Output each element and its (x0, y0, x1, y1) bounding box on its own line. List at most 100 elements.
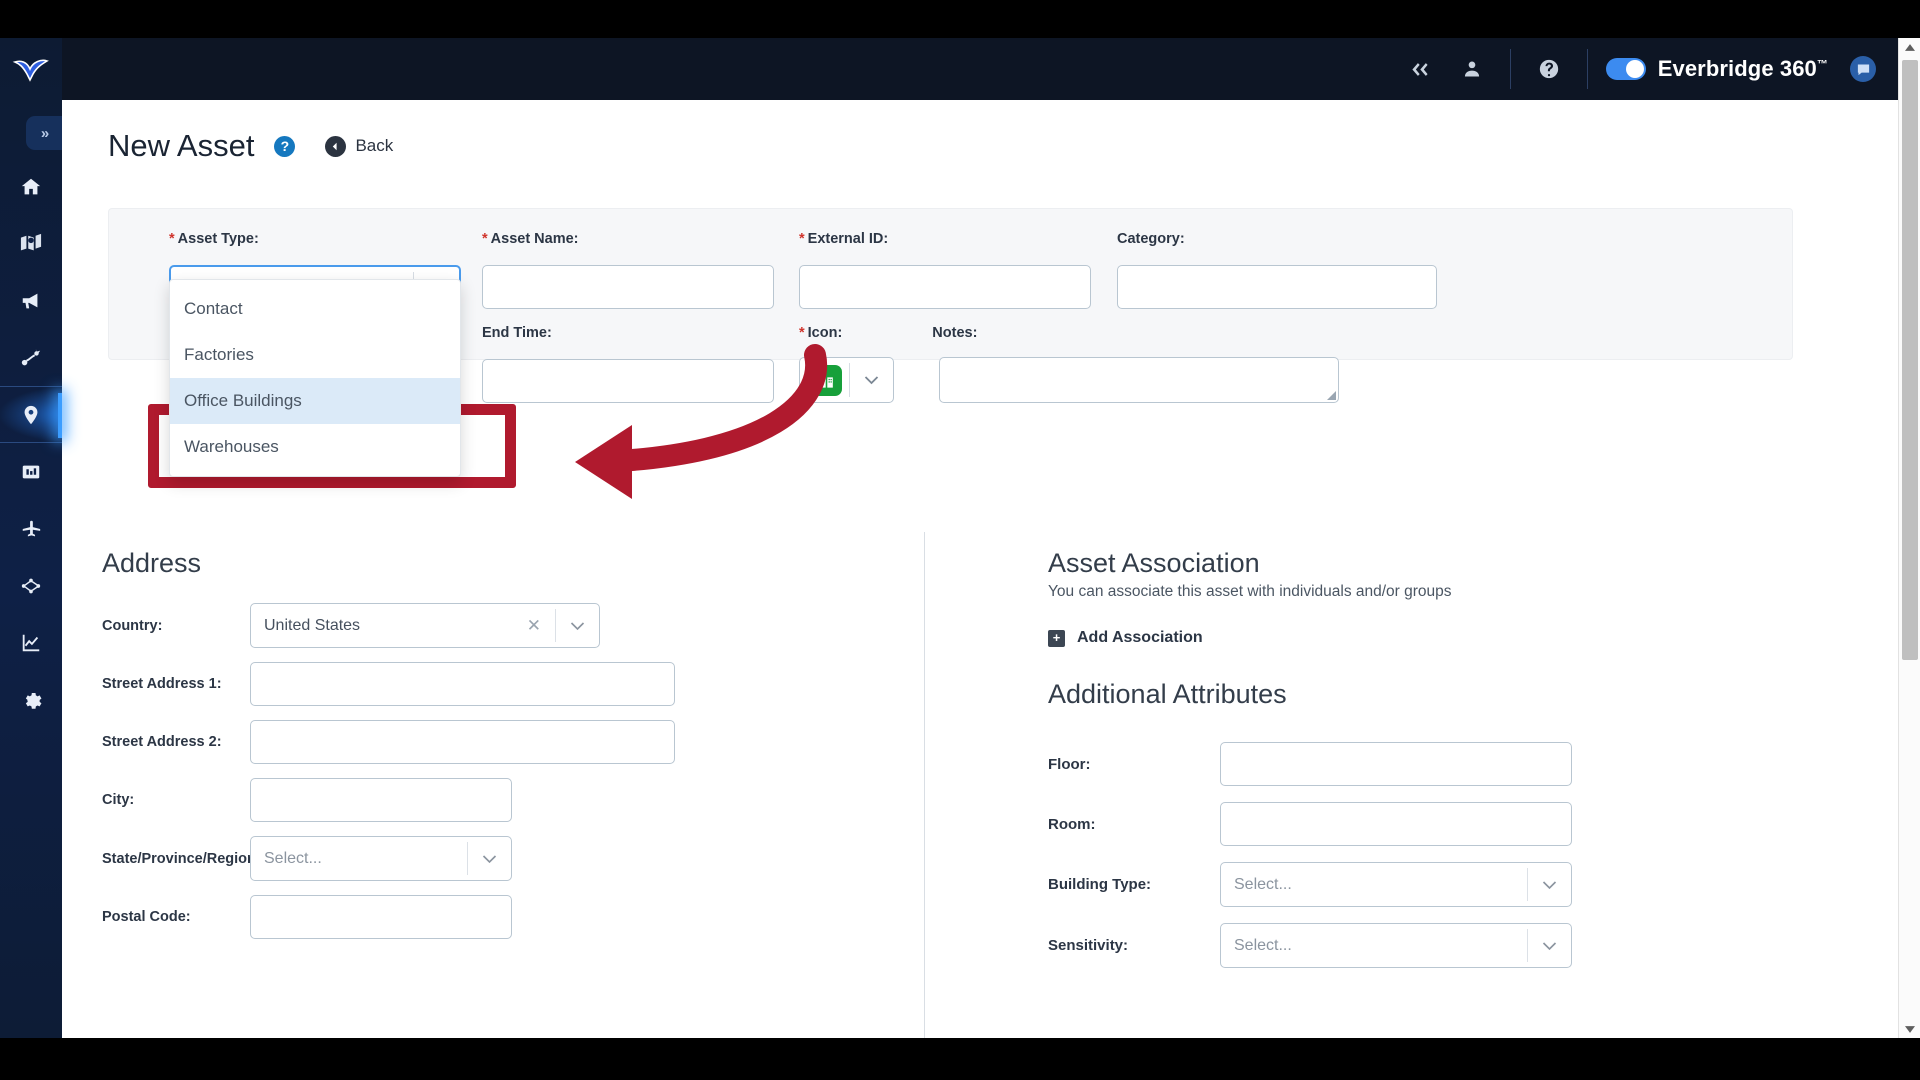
chevron-down-icon (570, 621, 585, 630)
end-time-label: End Time: (482, 325, 774, 347)
state-label: State/Province/Region: (102, 850, 250, 867)
brand-label: Everbridge 360™ (1658, 56, 1828, 82)
add-association-button[interactable]: + Add Association (1048, 629, 1572, 647)
notes-label: Notes: (932, 325, 977, 347)
room-input[interactable] (1220, 802, 1572, 846)
country-caret[interactable] (555, 609, 599, 642)
map-pin-fold-icon (20, 233, 42, 250)
attr-row-room: Room: (1048, 802, 1572, 846)
notes-label-text: Notes: (932, 325, 978, 341)
user-icon (1464, 61, 1479, 77)
help-button[interactable] (1523, 38, 1575, 100)
back-label: Back (355, 136, 394, 155)
address-row-state: State/Province/Region: Select... (102, 836, 675, 881)
user-account-button[interactable] (1446, 38, 1498, 100)
sensitivity-placeholder: Select... (1234, 936, 1292, 954)
required-marker: * (799, 325, 805, 341)
notes-textarea[interactable] (939, 357, 1339, 403)
asset-name-label: * Asset Name: (482, 231, 774, 253)
sensitivity-select[interactable]: Select... (1220, 923, 1572, 968)
dropdown-option-office-buildings[interactable]: Office Buildings (170, 378, 460, 424)
sidebar-item-network[interactable] (0, 557, 62, 614)
room-label: Room: (1048, 815, 1096, 833)
everbridge-360-toggle[interactable] (1605, 58, 1646, 80)
floor-input[interactable] (1220, 742, 1572, 786)
external-id-input[interactable] (799, 265, 1091, 309)
line-chart-icon (22, 634, 40, 651)
attr-row-building-type: Building Type: Select... (1048, 862, 1572, 907)
brand-area: Everbridge 360™ (1600, 56, 1876, 82)
category-label: Category: (1117, 231, 1437, 253)
dropdown-option-warehouses[interactable]: Warehouses (170, 424, 460, 470)
sidebar-expand-button[interactable]: » (26, 116, 62, 150)
building-type-caret[interactable] (1527, 868, 1571, 901)
building-type-label: Building Type: (1048, 876, 1152, 893)
asset-type-group: *Asset Type: Office Buildings Contact Fa… (169, 231, 461, 477)
page-title: New Asset (108, 128, 255, 163)
sensitivity-caret[interactable] (1527, 929, 1571, 962)
sidebar-item-workflow[interactable] (0, 329, 62, 386)
street2-label: Street Address 2: (102, 734, 222, 750)
address-row-country: Country: United States ✕ (102, 603, 675, 648)
asset-association-subtitle: You can associate this asset with indivi… (1048, 583, 1452, 600)
back-arrow-glyph (333, 142, 338, 150)
help-circle-icon (1539, 59, 1558, 79)
scroll-up-arrow[interactable] (1899, 38, 1920, 56)
country-control: United States ✕ (250, 603, 600, 648)
sidebar-item-notifications[interactable] (0, 272, 62, 329)
sensitivity-label: Sensitivity: (1048, 937, 1129, 954)
street-address-1-input[interactable] (250, 662, 675, 706)
feedback-chat-button[interactable] (1850, 56, 1876, 82)
home-icon (21, 178, 41, 194)
collapse-panel-button[interactable] (1394, 38, 1446, 100)
asset-type-dropdown[interactable]: Contact Factories Office Buildings Wareh… (169, 279, 461, 477)
sidebar-expand-label: » (40, 124, 49, 142)
network-nodes-icon (21, 578, 41, 593)
icon-selector-caret[interactable] (849, 363, 893, 397)
asset-name-input[interactable] (482, 265, 774, 309)
address-row-street2: Street Address 2: (102, 720, 675, 764)
add-association-label: Add Association (1077, 629, 1203, 646)
sidebar-item-analytics[interactable] (0, 614, 62, 671)
sidebar-item-travel[interactable] (0, 500, 62, 557)
page-help-icon[interactable]: ? (274, 135, 296, 157)
building-glyph (820, 372, 833, 388)
scrollbar-thumb[interactable] (1902, 60, 1918, 660)
end-time-input[interactable] (482, 359, 774, 403)
state-province-select[interactable]: Select... (250, 836, 512, 881)
icon-label-text: Icon: (807, 325, 843, 341)
street-address-2-input[interactable] (250, 720, 675, 764)
category-input[interactable] (1117, 265, 1437, 309)
asset-association-heading: Asset Association (1048, 548, 1260, 578)
dropdown-option-contact[interactable]: Contact (170, 286, 460, 332)
sidebar-item-reports[interactable] (0, 443, 62, 500)
asset-type-label-text: Asset Type: (177, 231, 259, 247)
everbridge-logo[interactable] (8, 48, 54, 92)
state-caret[interactable] (467, 842, 511, 875)
city-input[interactable] (250, 778, 512, 822)
green-building-icon (811, 364, 842, 396)
dropdown-option-factories[interactable]: Factories (170, 332, 460, 378)
left-sidebar: » (0, 38, 62, 1038)
sidebar-item-map[interactable] (0, 215, 62, 272)
sidebar-item-settings[interactable] (0, 671, 62, 728)
floor-label: Floor: (1048, 755, 1091, 773)
icon-selector[interactable] (799, 357, 894, 403)
sidebar-nav-list (0, 158, 62, 728)
sidebar-item-assets[interactable] (0, 386, 62, 443)
country-select[interactable]: United States ✕ (250, 603, 600, 648)
section-divider (924, 532, 925, 1038)
back-button[interactable]: Back (325, 135, 394, 157)
scroll-down-arrow[interactable] (1899, 1020, 1920, 1038)
gear-icon (25, 692, 42, 709)
country-label: Country: (102, 617, 163, 634)
required-marker: * (482, 231, 488, 247)
building-type-select[interactable]: Select... (1220, 862, 1572, 907)
country-value: United States (264, 616, 361, 634)
state-placeholder: Select... (264, 849, 322, 867)
clear-x-icon[interactable]: ✕ (527, 616, 541, 636)
attr-row-sensitivity: Sensitivity: Select... (1048, 923, 1572, 968)
sidebar-item-home[interactable] (0, 158, 62, 215)
postal-code-input[interactable] (250, 895, 512, 939)
vertical-scrollbar[interactable] (1898, 38, 1920, 1038)
